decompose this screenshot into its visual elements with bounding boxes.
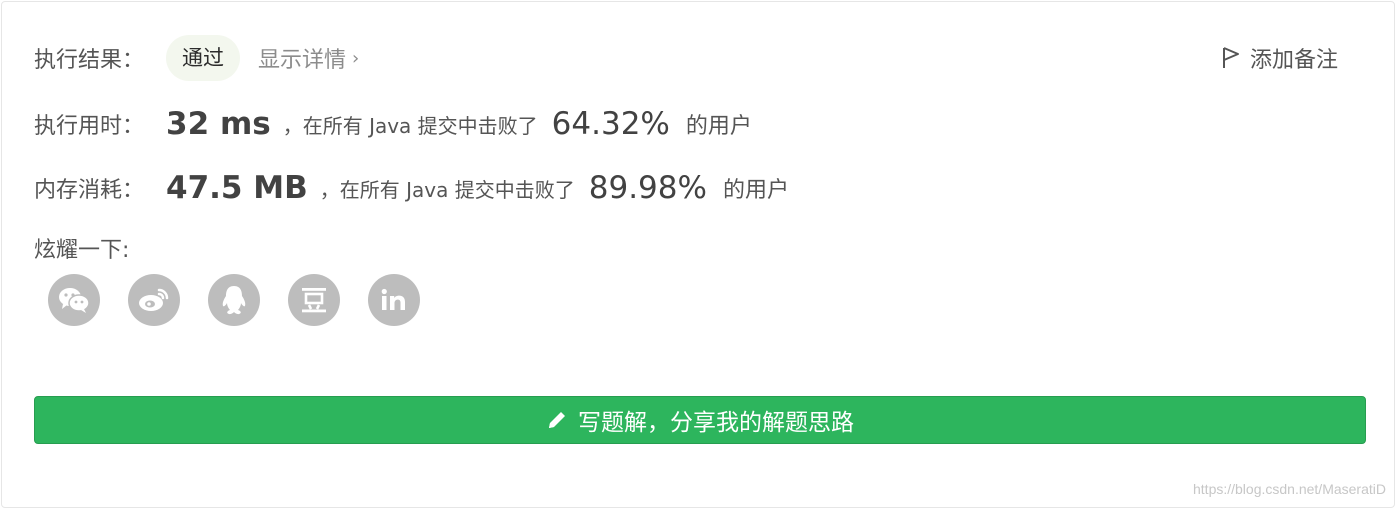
result-label: 执行结果： [34,48,145,73]
runtime-language: Java [369,113,412,138]
qq-share-button[interactable] [208,274,260,326]
runtime-tail: 的用户 [685,114,752,139]
memory-tail: 的用户 [722,178,789,203]
memory-row: 内存消耗： 47.5 MB ，在所有 Java 提交中击败了 89.98% 的用… [34,166,789,210]
runtime-row: 执行用时： 32 ms ，在所有 Java 提交中击败了 64.32% 的用户 [34,102,752,146]
add-note-button[interactable]: 添加备注 [1222,42,1338,74]
douban-share-button[interactable] [288,274,340,326]
status-badge: 通过 [166,35,241,81]
runtime-label: 执行用时： [34,114,145,139]
submission-result-card: 执行结果： 通过 显示详情 › 添加备注 执行用时： 32 ms ，在所有 Ja… [1,1,1395,508]
qq-icon [222,286,246,315]
memory-compare-text: ，在所有 Java 提交中击败了 [320,174,575,203]
social-share-buttons [48,274,448,326]
memory-percent: 89.98% [588,170,707,206]
flag-icon [1222,47,1239,68]
show-details-label: 显示详情 [258,48,347,73]
result-row: 执行结果： 通过 显示详情 › [34,34,359,82]
pencil-icon [549,412,565,428]
runtime-compare-text: ，在所有 Java 提交中击败了 [283,110,538,139]
runtime-percent: 64.32% [551,106,670,142]
runtime-value: 32 ms [166,106,271,142]
share-row: 炫耀一下: [34,232,129,264]
weibo-share-button[interactable] [128,274,180,326]
memory-language: Java [406,177,449,202]
share-label: 炫耀一下: [34,238,130,263]
watermark-text: https://blog.csdn.net/MaseratiD [1193,481,1386,497]
memory-mid-1: ，在所有 [319,177,400,202]
weibo-icon [139,288,169,311]
write-solution-button[interactable]: 写题解，分享我的解题思路 [34,396,1366,444]
runtime-mid-1: ，在所有 [282,113,363,138]
linkedin-icon [381,288,405,310]
runtime-mid-2: 提交中击败了 [417,113,538,138]
douban-icon [302,288,326,313]
show-details-link[interactable]: 显示详情 › [258,42,359,74]
write-solution-label: 写题解，分享我的解题思路 [578,410,854,436]
wechat-share-button[interactable] [48,274,100,326]
add-note-label: 添加备注 [1249,48,1338,73]
memory-mid-2: 提交中击败了 [454,177,575,202]
chevron-right-icon: › [352,47,360,69]
wechat-icon [59,288,90,313]
memory-label: 内存消耗： [34,178,145,203]
memory-value: 47.5 MB [166,170,308,206]
linkedin-share-button[interactable] [368,274,420,326]
